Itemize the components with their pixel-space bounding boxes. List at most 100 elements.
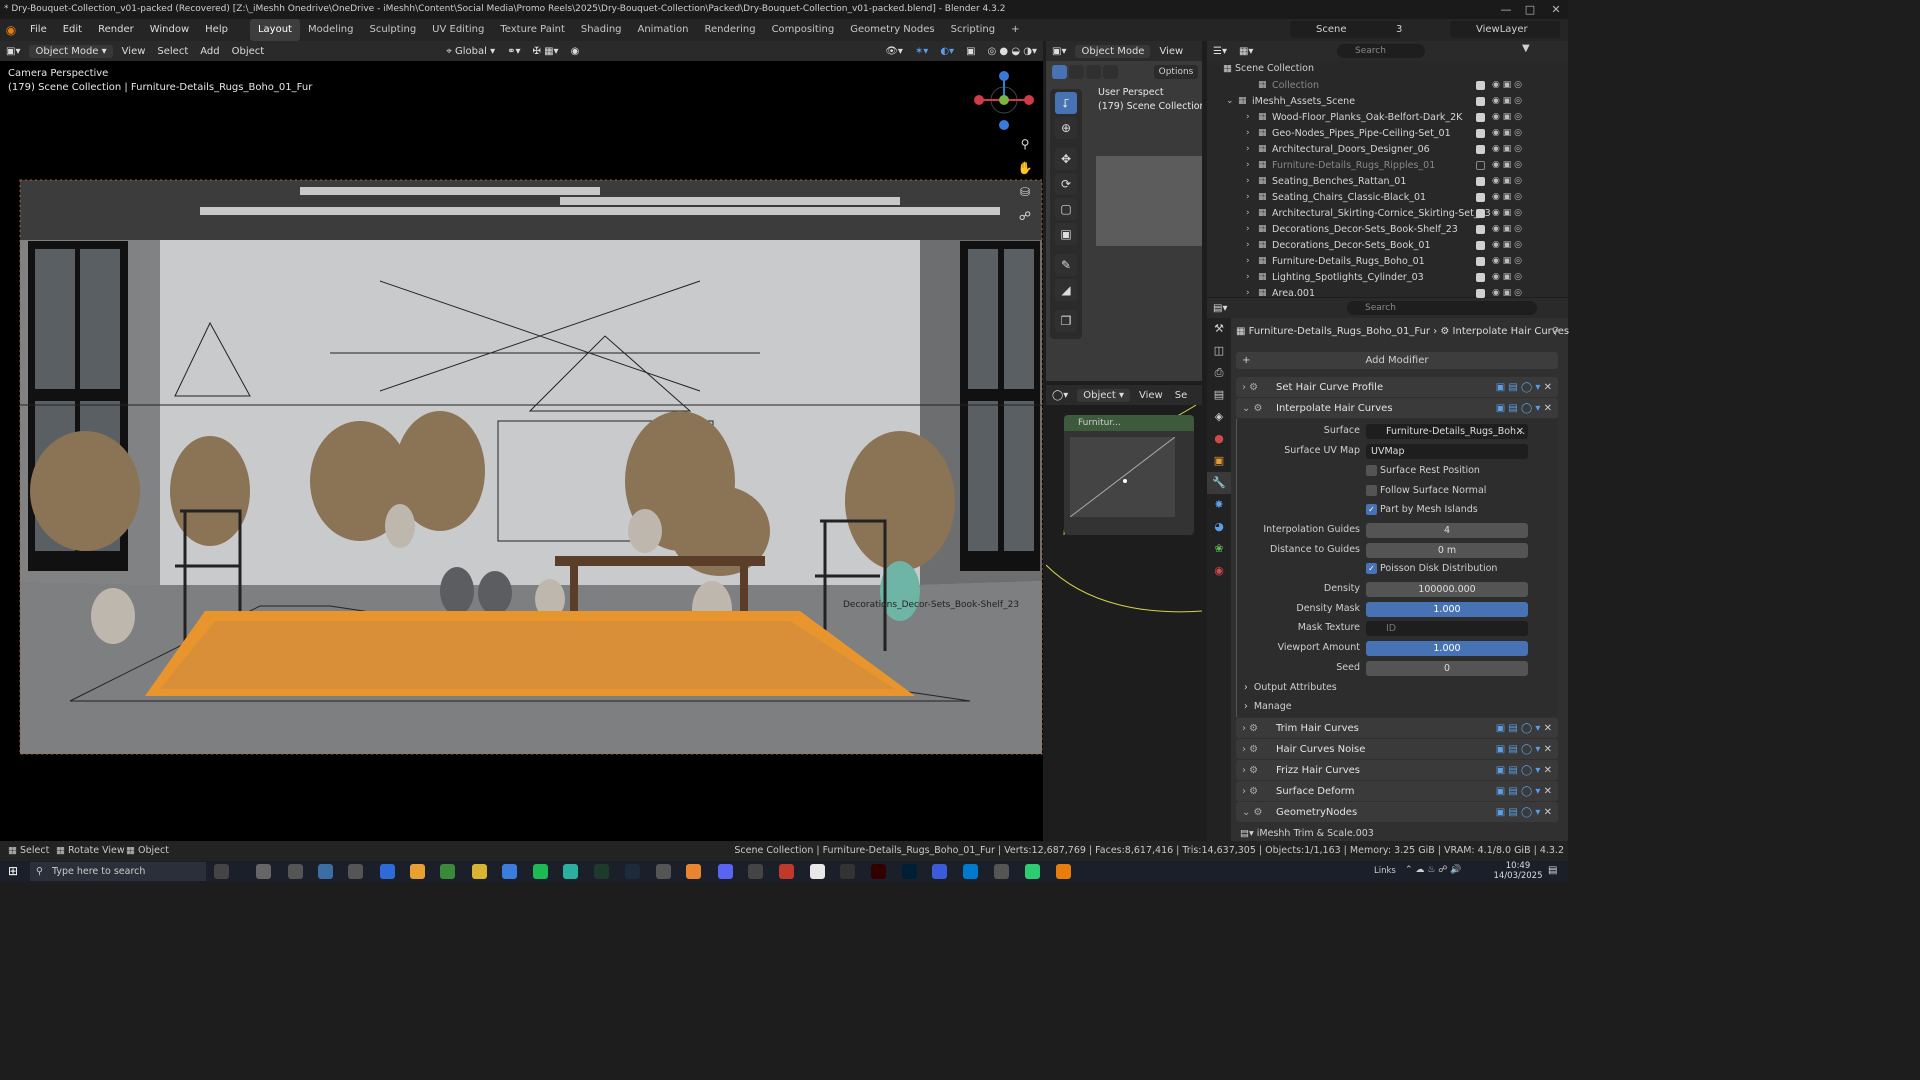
- mini-editor-type-icon[interactable]: ▣▾: [1046, 46, 1072, 57]
- app-icon-25[interactable]: [994, 864, 1009, 879]
- app-icon-7[interactable]: [440, 864, 455, 879]
- exclude-checkbox[interactable]: [1476, 176, 1485, 186]
- xray-icon[interactable]: ▣: [960, 46, 981, 57]
- surface-field[interactable]: Furniture-Details_Rugs_Boh... ✕: [1366, 424, 1528, 439]
- app-icon-5[interactable]: [380, 864, 395, 879]
- select-new-icon[interactable]: [1052, 65, 1067, 79]
- exclude-checkbox[interactable]: [1476, 240, 1485, 250]
- follow-surface-normal-checkbox[interactable]: [1366, 485, 1377, 496]
- tab-layout[interactable]: Layout: [249, 19, 300, 41]
- expand-chevron-icon[interactable]: ›: [1246, 272, 1250, 282]
- visibility-toggle-icons[interactable]: ◉ ▣ ◎: [1492, 80, 1522, 90]
- add-menu[interactable]: Add: [194, 46, 225, 57]
- scale-tool-icon[interactable]: ▢: [1055, 198, 1077, 220]
- pan-hand-icon[interactable]: ✋: [1014, 157, 1036, 179]
- transform-tool-icon[interactable]: ▣: [1055, 223, 1077, 245]
- chrome-icon[interactable]: [410, 864, 425, 879]
- visibility-toggle-icons[interactable]: ◉ ▣ ◎: [1492, 128, 1522, 138]
- expand-chevron-icon[interactable]: › ⚙: [1236, 744, 1276, 755]
- outliner-row[interactable]: › ▦ Lighting_Spotlights_Cylinder_03 ◉ ▣ ◎: [1210, 269, 1560, 285]
- outliner-row[interactable]: › ▦ Decorations_Decor-Sets_Book-Shelf_23 ◉ …: [1210, 221, 1560, 237]
- modifier-toggles[interactable]: ▣ ▤ ◯ ▾ ✕: [1496, 723, 1552, 734]
- exclude-checkbox[interactable]: [1476, 272, 1485, 282]
- minimize-icon[interactable]: —: [1494, 0, 1518, 19]
- modifier-header[interactable]: › ⚙ Surface Deform ▣ ▤ ◯ ▾ ✕: [1236, 781, 1558, 801]
- modifier-name[interactable]: Surface Deform: [1276, 786, 1354, 797]
- view-menu[interactable]: View: [116, 46, 152, 57]
- annotate-tool-icon[interactable]: ✎: [1055, 254, 1077, 276]
- modifier-toggles[interactable]: ▣ ▤ ◯ ▾ ✕: [1496, 382, 1552, 393]
- blender-taskbar-icon[interactable]: [1056, 864, 1071, 879]
- expand-chevron-icon[interactable]: › ⚙: [1236, 786, 1276, 797]
- expand-chevron-icon[interactable]: ›: [1246, 176, 1250, 186]
- modifier-set-hair-curve-profile[interactable]: › ⚙ Set Hair Curve Profile ▣ ▤ ◯ ▾ ✕: [1236, 377, 1558, 397]
- tab-shading[interactable]: Shading: [573, 19, 630, 41]
- expand-chevron-icon[interactable]: › ⚙: [1236, 765, 1276, 776]
- display-mode-icon[interactable]: ▦▾: [1233, 46, 1259, 57]
- object-tab-icon[interactable]: ▣: [1207, 450, 1231, 472]
- properties-search[interactable]: Search: [1347, 301, 1537, 315]
- app-icon-26[interactable]: [1025, 864, 1040, 879]
- lock-camera-icon[interactable]: ☍: [1014, 205, 1036, 227]
- camera-view-icon[interactable]: ⛁: [1014, 181, 1036, 203]
- exclude-checkbox[interactable]: [1476, 256, 1485, 266]
- visibility-toggle-icons[interactable]: ◉ ▣ ◎: [1492, 208, 1522, 218]
- modifier-toggles[interactable]: ▣ ▤ ◯ ▾ ✕: [1496, 765, 1552, 776]
- view-layer-selector[interactable]: ViewLayer: [1450, 21, 1560, 38]
- substance-painter-icon[interactable]: [625, 864, 640, 879]
- expand-chevron-icon[interactable]: ›: [1246, 288, 1250, 298]
- modifier-toggles[interactable]: ▣ ▤ ◯ ▾ ✕: [1496, 403, 1552, 414]
- exclude-checkbox[interactable]: [1476, 224, 1485, 234]
- tab-modeling[interactable]: Modeling: [300, 19, 362, 41]
- outliner-row[interactable]: ▦ Collection ◉ ▣ ◎: [1210, 77, 1560, 93]
- exclude-checkbox[interactable]: [1476, 144, 1485, 154]
- scene-tab-icon[interactable]: ◈: [1207, 406, 1231, 428]
- tab-uv-editing[interactable]: UV Editing: [424, 19, 492, 41]
- overlay-icon[interactable]: ◐▾: [934, 46, 960, 57]
- filter-icon[interactable]: ▼: [1522, 43, 1530, 54]
- vscode-icon[interactable]: [963, 864, 978, 879]
- outliner-row[interactable]: › ▦ Geo-Nodes_Pipes_Pipe-Ceiling-Set_01 ◉ ▣…: [1210, 125, 1560, 141]
- spotify-icon[interactable]: [533, 864, 548, 879]
- tab-compositing[interactable]: Compositing: [764, 19, 843, 41]
- density-field[interactable]: 100000.000: [1366, 582, 1528, 597]
- world-tab-icon[interactable]: ●: [1207, 428, 1231, 450]
- pivot-icon[interactable]: ⚭▾: [501, 46, 526, 57]
- object-menu[interactable]: Object: [226, 46, 271, 57]
- notion-icon[interactable]: [288, 864, 303, 879]
- uv-map-field[interactable]: UVMap: [1366, 444, 1528, 459]
- taskbar-search[interactable]: ⚲ Type here to search: [30, 862, 206, 881]
- select-extend-icon[interactable]: [1069, 65, 1084, 79]
- exclude-checkbox[interactable]: [1476, 128, 1485, 138]
- visibility-toggle-icons[interactable]: ◉ ▣ ◎: [1492, 96, 1522, 106]
- menu-render[interactable]: Render: [90, 19, 142, 41]
- expand-chevron-icon[interactable]: ›: [1246, 256, 1250, 266]
- data-tab-icon[interactable]: ◉: [1207, 560, 1231, 582]
- blender-logo-icon[interactable]: ◉: [0, 23, 22, 37]
- collapse-chevron-icon[interactable]: ⌄: [1226, 96, 1234, 106]
- modifier-header[interactable]: › ⚙ Hair Curves Noise ▣ ▤ ◯ ▾ ✕: [1236, 739, 1558, 759]
- mask-texture-field[interactable]: ID: [1366, 621, 1528, 636]
- app-icon-4[interactable]: [348, 864, 363, 879]
- visibility-toggle-icons[interactable]: ◉ ▣ ◎: [1492, 144, 1522, 154]
- modifier-name[interactable]: Hair Curves Noise: [1276, 744, 1365, 755]
- select-intersect-icon[interactable]: [1103, 65, 1118, 79]
- interpolation-guides-field[interactable]: 4: [1366, 523, 1528, 538]
- render-tab-icon[interactable]: ◫: [1207, 340, 1231, 362]
- photoshop-icon[interactable]: [902, 864, 917, 879]
- node-view-menu[interactable]: View: [1133, 390, 1169, 401]
- outliner-row[interactable]: › ▦ Furniture-Details_Rugs_Boho_01 ◉ ▣ ◎: [1210, 253, 1560, 269]
- menu-file[interactable]: File: [22, 19, 55, 41]
- modifier-toggles[interactable]: ▣ ▤ ◯ ▾ ✕: [1496, 786, 1552, 797]
- app-icon-23[interactable]: [932, 864, 947, 879]
- app-icon-17[interactable]: [748, 864, 763, 879]
- tab-geometry-nodes[interactable]: Geometry Nodes: [842, 19, 942, 41]
- modifier-interpolate-hair-curves[interactable]: ⌄ ⚙ Interpolate Hair Curves ▣ ▤ ◯ ▾ ✕: [1236, 398, 1558, 418]
- surface-rest-position-checkbox[interactable]: [1366, 465, 1377, 476]
- mode-dropdown[interactable]: Object Mode ▾: [29, 44, 113, 58]
- add-modifier-button[interactable]: + Add Modifier: [1236, 352, 1558, 369]
- options-dropdown[interactable]: Options: [1154, 65, 1198, 79]
- mini-mode-dropdown[interactable]: Object Mode: [1075, 44, 1151, 58]
- mini-select-modes[interactable]: [1052, 65, 1132, 81]
- visibility-toggle-icons[interactable]: ◉ ▣ ◎: [1492, 256, 1522, 266]
